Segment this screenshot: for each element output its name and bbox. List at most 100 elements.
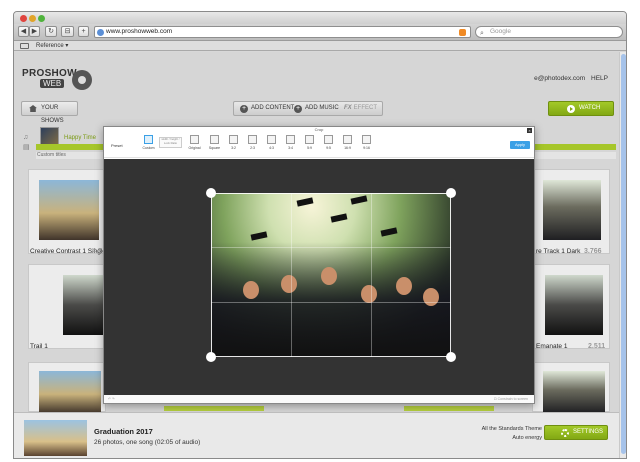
theme-card[interactable] — [28, 169, 106, 254]
theme-card-count: 2.511 — [588, 343, 606, 350]
book-icon[interactable] — [20, 43, 29, 49]
theme-card[interactable] — [532, 169, 610, 254]
settings-label: SETTINGS — [573, 429, 604, 435]
theme-card-strip — [404, 406, 494, 411]
theme-card[interactable] — [532, 362, 610, 413]
apply-button[interactable]: Apply — [510, 141, 530, 149]
theme-card-label: Emanate 1 — [536, 343, 568, 350]
add-tab-button[interactable]: + — [78, 26, 89, 37]
show-bookmarks-button[interactable]: ⊟ — [61, 26, 74, 37]
aspect-4-3[interactable]: 4:3 — [265, 135, 278, 150]
account-links: e@photodex.com HELP — [530, 75, 608, 82]
energy-line: Auto energy — [512, 435, 542, 441]
caption-icon: ▤ — [23, 144, 30, 151]
page-scrollbar[interactable] — [619, 52, 626, 458]
plus-icon: + — [294, 105, 302, 113]
aspect-9-5[interactable]: 9:5 — [322, 135, 335, 150]
show-info-bar: Graduation 2017 26 photos, one song (02:… — [14, 412, 620, 458]
crop-dialog: Crop × Preset Custom width / height / Lo… — [103, 126, 535, 404]
add-music-button[interactable]: + ADD MUSIC — [294, 102, 339, 115]
aspect-custom[interactable]: Custom — [142, 135, 155, 150]
constrain-toggle[interactable]: ⊡ Constrain to screen — [494, 395, 528, 403]
aspect-label: 3:4 — [288, 146, 293, 150]
aspect-label: 9:5 — [326, 146, 331, 150]
film-reel-icon — [72, 70, 92, 90]
bookmarks-bar: Reference ▾ — [14, 41, 626, 51]
gear-icon — [561, 429, 569, 437]
close-window-icon[interactable] — [20, 15, 27, 22]
home-icon — [29, 105, 37, 112]
theme-card-count: 4.3 — [92, 248, 102, 255]
forward-button[interactable]: ▶ — [29, 26, 40, 37]
aspect-5-9[interactable]: 5:9 — [303, 135, 316, 150]
theme-card-count: 3.766 — [584, 248, 602, 255]
aspect-label: Square — [208, 146, 221, 150]
aspect-square[interactable]: Square — [208, 135, 221, 150]
custom-size-inputs[interactable]: width / height / Lock Ratio — [159, 137, 182, 148]
theme-thumbnail[interactable] — [40, 127, 59, 145]
rss-icon[interactable] — [459, 29, 466, 36]
add-content-button[interactable]: + ADD CONTENT — [240, 102, 294, 115]
your-shows-button[interactable]: YOUR SHOWS — [21, 101, 78, 124]
watch-button[interactable]: WATCH — [548, 101, 614, 116]
crop-handle-bottom-right[interactable] — [446, 352, 456, 362]
crop-frame[interactable] — [211, 193, 451, 357]
scrollbar-thumb[interactable] — [621, 54, 626, 454]
fx-effect-button[interactable]: FX EFFECT — [344, 102, 377, 115]
aspect-label: 3:2 — [231, 146, 236, 150]
crop-handle-top-right[interactable] — [446, 188, 456, 198]
theme-card[interactable] — [28, 362, 106, 413]
your-shows-label: YOUR SHOWS — [41, 105, 64, 124]
fx-icon: FX — [344, 105, 352, 111]
aspect-16-9[interactable]: 16:9 — [341, 135, 354, 150]
crop-toolbar: Preset Custom width / height / Lock Rati… — [104, 133, 534, 158]
aspect-3-2[interactable]: 3:2 — [227, 135, 240, 150]
aspect-3-4[interactable]: 3:4 — [284, 135, 297, 150]
search-field[interactable]: ⌕ Google — [475, 26, 623, 38]
search-placeholder: Google — [490, 28, 511, 35]
aspect-label: 4:3 — [269, 146, 274, 150]
proshow-logo[interactable]: PROSHOW WEB — [22, 68, 92, 90]
theme-card-image — [39, 180, 99, 240]
theme-card[interactable] — [532, 264, 610, 349]
show-title: Graduation 2017 — [94, 427, 153, 436]
content-tools: + ADD CONTENT + ADD MUSIC FX EFFECT — [233, 101, 383, 116]
aspect-label: Custom — [142, 146, 155, 150]
window-titlebar — [14, 12, 626, 24]
add-content-label: ADD CONTENT — [251, 105, 295, 111]
minimize-window-icon[interactable] — [29, 15, 36, 22]
crop-handle-bottom-left[interactable] — [206, 352, 216, 362]
show-thumbnail[interactable] — [24, 420, 87, 456]
theme-card-image — [39, 371, 101, 413]
aspect-label: Original — [188, 146, 201, 150]
undo-redo-icons[interactable]: ↶ ↷ — [108, 395, 115, 403]
theme-name: Happy Time — [64, 135, 97, 141]
watch-label: WATCH — [579, 105, 601, 111]
aspect-2-3[interactable]: 2:3 — [246, 135, 259, 150]
show-summary: 26 photos, one song (02:05 of audio) — [94, 439, 201, 446]
address-text: www.proshowweb.com — [106, 28, 173, 35]
crop-dialog-title: Crop — [314, 127, 324, 132]
aspect-original[interactable]: Original — [188, 135, 201, 150]
theme-card[interactable] — [28, 264, 109, 349]
theme-card-image — [543, 180, 601, 240]
bookmark-reference[interactable]: Reference ▾ — [36, 41, 68, 51]
reload-button[interactable]: ↻ — [45, 26, 57, 37]
crop-handle-top-left[interactable] — [206, 188, 216, 198]
crop-canvas[interactable] — [104, 159, 534, 396]
crop-dialog-footer: ↶ ↷ ⊡ Constrain to screen — [104, 395, 534, 403]
theme-line: All the Standards Theme — [481, 426, 542, 432]
back-button[interactable]: ◀ — [18, 26, 29, 37]
address-bar[interactable]: www.proshowweb.com — [94, 26, 471, 38]
zoom-window-icon[interactable] — [38, 15, 45, 22]
aspect-9-16[interactable]: 9:16 — [360, 135, 373, 150]
theme-card-strip — [164, 406, 264, 411]
theme-card-label: re Track 1 Dark — [536, 248, 581, 255]
show-theme-info: All the Standards Theme Auto energy — [482, 425, 542, 443]
settings-button[interactable]: SETTINGS — [544, 425, 608, 440]
help-link[interactable]: HELP — [591, 75, 608, 82]
account-email[interactable]: e@photodex.com — [534, 75, 585, 82]
aspect-label: 5:9 — [307, 146, 312, 150]
theme-card-image — [543, 371, 605, 413]
music-note-icon: ♫ — [23, 134, 29, 141]
